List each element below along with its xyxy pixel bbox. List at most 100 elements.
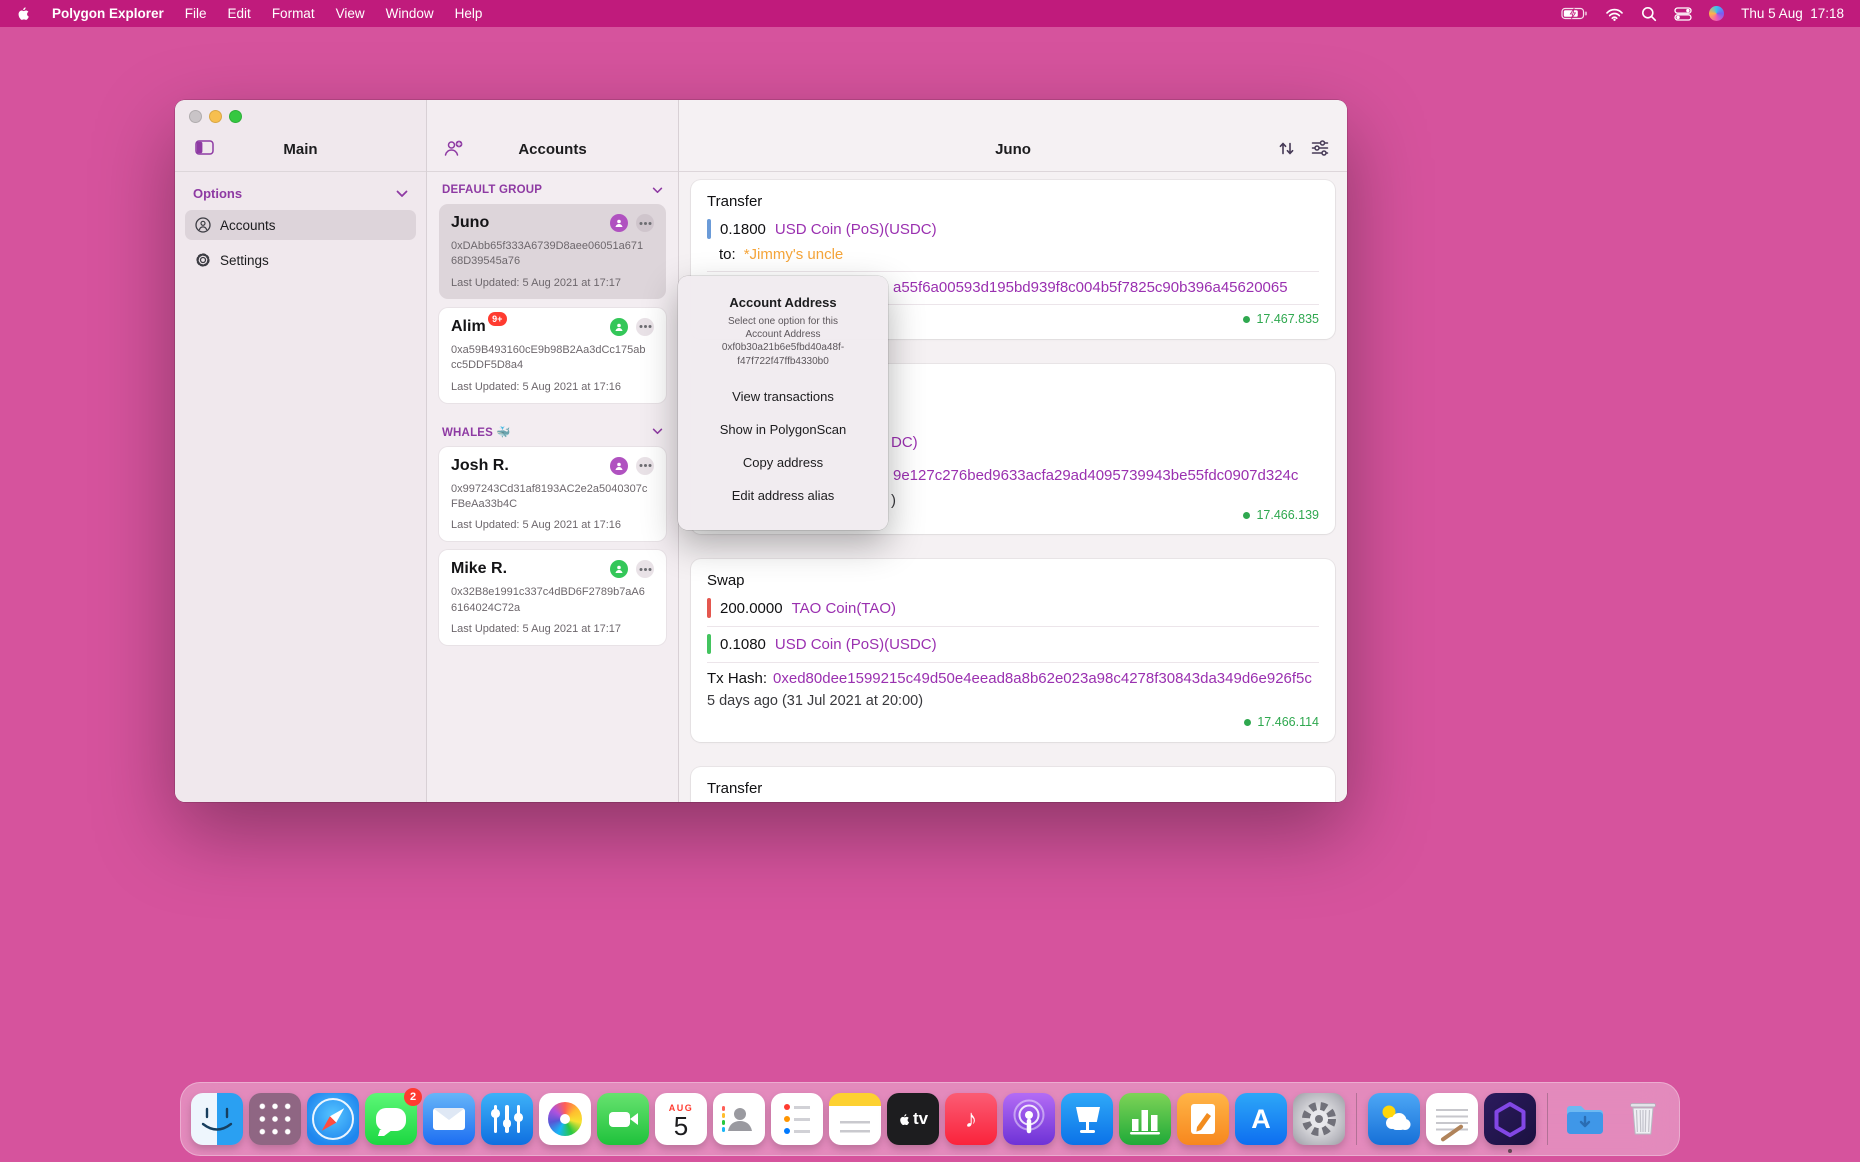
token-link[interactable]: USD Coin (PoS)(USDC) (775, 636, 937, 653)
dock-weather-icon[interactable] (1368, 1093, 1420, 1145)
popup-option-view-transactions[interactable]: View transactions (678, 380, 888, 413)
dock-keynote-icon[interactable] (1061, 1093, 1113, 1145)
divider (707, 662, 1319, 663)
menu-file[interactable]: File (185, 6, 207, 21)
amount-bar (707, 219, 711, 239)
tx-hash-link[interactable]: 0xed80dee1599215c49d50e4eead8a8b62e023a9… (773, 670, 1312, 687)
dock-equalizer-icon[interactable] (481, 1093, 533, 1145)
dock-downloads-icon[interactable] (1559, 1093, 1611, 1145)
dock-safari-icon[interactable] (307, 1093, 359, 1145)
dock-notes-icon[interactable] (829, 1093, 881, 1145)
popup-description: Select one option for this Account Addre… (678, 315, 888, 368)
account-updated: Last Updated: 5 Aug 2021 at 17:17 (451, 277, 654, 289)
green-avatar-icon[interactable] (610, 560, 628, 578)
account-name: Juno (451, 214, 489, 232)
dock-music-icon[interactable]: ♪ (945, 1093, 997, 1145)
sidebar-item-settings[interactable]: Settings (185, 245, 416, 275)
dock-facetime-icon[interactable] (597, 1093, 649, 1145)
sidebar-item-accounts[interactable]: Accounts (185, 210, 416, 240)
menubar-clock[interactable]: Thu 5 Aug 17:18 (1741, 6, 1844, 21)
zoom-button[interactable] (229, 110, 242, 123)
menu-help[interactable]: Help (455, 6, 483, 21)
dock-contacts-icon[interactable] (713, 1093, 765, 1145)
spotlight-search-icon[interactable] (1641, 6, 1657, 22)
dock-photos-icon[interactable] (539, 1093, 591, 1145)
popup-description-line: f47f722f47ffb4330b0 (678, 355, 888, 368)
group-label: WHALES 🐳 (442, 425, 511, 439)
dock-messages-icon[interactable]: 2 (365, 1093, 417, 1145)
token-link[interactable]: TAO Coin(TAO) (792, 600, 896, 617)
transaction-card-swap: Swap 200.0000 TAO Coin(TAO) 0.1080 USD C… (691, 559, 1335, 742)
dock-apple-tv-icon[interactable]: tv (887, 1093, 939, 1145)
account-address: 0xa59B493160cE9b98B2Aa3dCc175abcc5DDF5D8… (451, 343, 649, 374)
dock-separator (1547, 1093, 1548, 1145)
account-updated: Last Updated: 5 Aug 2021 at 17:16 (451, 519, 654, 531)
dock-numbers-icon[interactable] (1119, 1093, 1171, 1145)
notification-badge: 9+ (488, 312, 507, 326)
dock-textedit-icon[interactable] (1426, 1093, 1478, 1145)
menu-window[interactable]: Window (386, 6, 434, 21)
purple-avatar-icon[interactable] (610, 214, 628, 232)
dock-mail-icon[interactable] (423, 1093, 475, 1145)
battery-icon[interactable] (1561, 7, 1588, 20)
settings-gear-icon (195, 252, 211, 268)
dock-podcasts-icon[interactable] (1003, 1093, 1055, 1145)
siri-icon[interactable] (1709, 6, 1724, 21)
more-options-icon[interactable] (636, 560, 654, 578)
purple-avatar-icon[interactable] (610, 457, 628, 475)
group-header-default[interactable]: DEFAULT GROUP (439, 174, 666, 204)
account-address: 0xDAbb65f333A6739D8aee06051a67168D39545a… (451, 239, 649, 270)
popup-option-edit-address-alias[interactable]: Edit address alias (678, 479, 888, 512)
dock-polygon-explorer-icon[interactable] (1484, 1093, 1536, 1145)
dock-finder-icon[interactable] (191, 1093, 243, 1145)
block-status-dot (1243, 316, 1250, 323)
apple-menu-icon[interactable] (16, 5, 31, 22)
group-label: DEFAULT GROUP (442, 184, 542, 196)
app-menu-title[interactable]: Polygon Explorer (52, 6, 164, 21)
recipient-alias-link[interactable]: *Jimmy's uncle (744, 246, 844, 263)
dock-separator (1356, 1093, 1357, 1145)
popup-description-line: Select one option for this (678, 315, 888, 328)
tx-hash-link[interactable]: 9e127c276bed9633acfa29ad4095739943be55fd… (893, 467, 1298, 484)
minimize-button[interactable] (209, 110, 222, 123)
account-address: 0x32B8e1991c337c4dBD6F2789b7aA66164024C7… (451, 585, 649, 616)
dock-calendar-icon[interactable]: AUG 5 (655, 1093, 707, 1145)
close-button[interactable] (189, 110, 202, 123)
control-center-icon[interactable] (1674, 7, 1692, 21)
popup-option-copy-address[interactable]: Copy address (678, 446, 888, 479)
amount-value: 200.0000 (720, 600, 783, 617)
dock-trash-icon[interactable] (1617, 1093, 1669, 1145)
menu-view[interactable]: View (336, 6, 365, 21)
more-options-icon[interactable] (636, 457, 654, 475)
account-card-alim[interactable]: Alim9+ 0xa59B493160cE9b98B2Aa3dCc175abcc… (439, 308, 666, 403)
dock-launchpad-icon[interactable] (249, 1093, 301, 1145)
chevron-down-icon (652, 187, 663, 194)
account-card-juno[interactable]: Juno 0xDAbb65f333A6739D8aee06051a67168D3… (439, 204, 666, 299)
options-section-header[interactable]: Options (185, 186, 416, 210)
menu-format[interactable]: Format (272, 6, 315, 21)
account-card-mike[interactable]: Mike R. 0x32B8e1991c337c4dBD6F2789b7aA66… (439, 550, 666, 645)
wifi-icon[interactable] (1605, 7, 1624, 21)
more-options-icon[interactable] (636, 318, 654, 336)
account-card-josh[interactable]: Josh R. 0x997243Cd31af8193AC2e2a5040307c… (439, 447, 666, 542)
messages-badge: 2 (404, 1088, 422, 1106)
green-avatar-icon[interactable] (610, 318, 628, 336)
accounts-pane: Accounts DEFAULT GROUP Juno (427, 100, 679, 802)
more-options-icon[interactable] (636, 214, 654, 232)
popup-option-show-in-polygonscan[interactable]: Show in PolygonScan (678, 413, 888, 446)
chevron-down-icon (396, 190, 408, 198)
token-link[interactable]: DC) (891, 434, 918, 451)
account-name: Mike R. (451, 560, 507, 578)
token-link[interactable]: USD Coin (PoS)(USDC) (775, 221, 937, 238)
amount-value: 0.1800 (720, 221, 766, 238)
dock-app-store-icon[interactable]: A (1235, 1093, 1287, 1145)
group-header-whales[interactable]: WHALES 🐳 (439, 415, 666, 447)
menu-edit[interactable]: Edit (228, 6, 251, 21)
dock-system-settings-icon[interactable] (1293, 1093, 1345, 1145)
filter-icon[interactable] (1311, 140, 1329, 156)
sort-icon[interactable] (1278, 140, 1295, 157)
dock-pages-icon[interactable] (1177, 1093, 1229, 1145)
dock-reminders-icon[interactable] (771, 1093, 823, 1145)
options-label: Options (193, 186, 242, 201)
chevron-down-icon (652, 428, 663, 435)
